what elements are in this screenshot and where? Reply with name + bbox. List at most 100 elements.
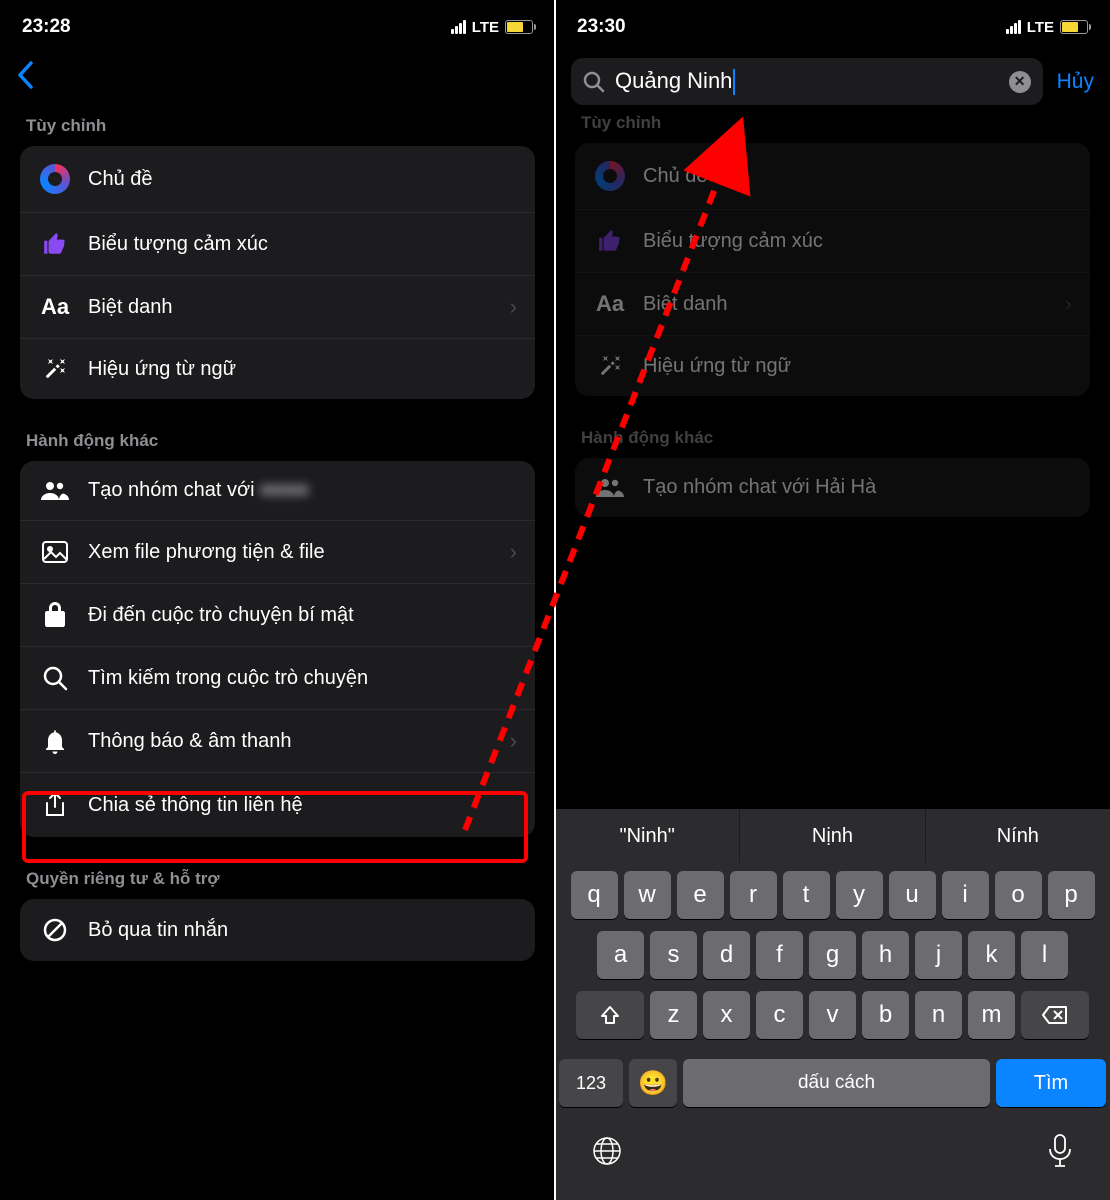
backspace-key[interactable] [1021,991,1089,1039]
status-indicators: LTE [451,19,533,36]
key-x[interactable]: x [703,991,750,1039]
key-p[interactable]: p [1048,871,1095,919]
key-s[interactable]: s [650,931,697,979]
key-j[interactable]: j [915,931,962,979]
section-header-customize: Tùy chỉnh [555,113,1110,143]
globe-key[interactable] [591,1135,623,1172]
people-icon [593,478,627,498]
key-e[interactable]: e [677,871,724,919]
key-t[interactable]: t [783,871,830,919]
emoji-key[interactable]: 😀 [629,1059,677,1107]
left-phone: 23:28 LTE Tùy chỉnh Chủ đề Biểu tượng cả… [0,0,555,1200]
wand-icon [38,357,72,381]
create-group-label: Tạo nhóm chat với ■■■■ [88,479,517,502]
network-label: LTE [1027,19,1054,36]
key-i[interactable]: i [942,871,989,919]
more-actions-section: Tạo nhóm chat với ■■■■ Xem file phương t… [20,461,535,837]
create-group-label: Tạo nhóm chat với Hải Hà [643,476,1072,499]
word-effects-label: Hiệu ứng từ ngữ [88,358,517,381]
suggestion-1[interactable]: "Ninh" [555,809,740,863]
key-v[interactable]: v [809,991,856,1039]
emoji-row[interactable]: Biểu tượng cảm xúc [575,210,1090,273]
numeric-key[interactable]: 123 [559,1059,623,1107]
keyboard: "Ninh" Nịnh Nính qwertyuiop asdfghjkl zx… [555,809,1110,1200]
key-n[interactable]: n [915,991,962,1039]
key-u[interactable]: u [889,871,936,919]
nickname-row[interactable]: Aa Biệt danh › [575,273,1090,336]
emoji-row[interactable]: Biểu tượng cảm xúc [20,213,535,276]
theme-label: Chủ đề [88,168,517,191]
magnify-icon [38,665,72,691]
word-effects-row[interactable]: Hiệu ứng từ ngữ [20,339,535,399]
word-effects-label: Hiệu ứng từ ngữ [643,355,1072,378]
cancel-button[interactable]: Hủy [1057,70,1094,94]
create-group-row[interactable]: Tạo nhóm chat với Hải Hà [575,458,1090,517]
slash-circle-icon [38,917,72,943]
space-key[interactable]: dấu cách [683,1059,990,1107]
status-bar: 23:28 LTE [0,0,555,50]
bell-icon [38,728,72,754]
nickname-label: Biệt danh [88,296,510,319]
nickname-label: Biệt danh [643,293,1065,316]
secret-row[interactable]: Đi đến cuộc trò chuyện bí mật [20,584,535,647]
create-group-row[interactable]: Tạo nhóm chat với ■■■■ [20,461,535,521]
key-k[interactable]: k [968,931,1015,979]
word-effects-row[interactable]: Hiệu ứng từ ngữ [575,336,1090,396]
key-f[interactable]: f [756,931,803,979]
suggestion-2[interactable]: Nịnh [740,809,925,863]
key-g[interactable]: g [809,931,856,979]
theme-icon [38,164,72,194]
search-value: Quảng Ninh [615,68,735,95]
clear-button[interactable]: ✕ [1009,71,1031,93]
keyboard-row-3: zxcvbnm [559,991,1106,1039]
status-bar: 23:30 LTE [555,0,1110,50]
thumb-icon [593,228,627,254]
key-w[interactable]: w [624,871,671,919]
chevron-right-icon: › [1065,291,1072,317]
key-q[interactable]: q [571,871,618,919]
theme-icon [593,161,627,191]
key-c[interactable]: c [756,991,803,1039]
privacy-section: Bỏ qua tin nhắn [20,899,535,961]
key-m[interactable]: m [968,991,1015,1039]
battery-icon [505,20,533,34]
secret-label: Đi đến cuộc trò chuyện bí mật [88,604,517,627]
key-z[interactable]: z [650,991,697,1039]
emoji-label: Biểu tượng cảm xúc [88,233,517,256]
mic-key[interactable] [1046,1133,1074,1174]
key-r[interactable]: r [730,871,777,919]
key-l[interactable]: l [1021,931,1068,979]
shift-key[interactable] [576,991,644,1039]
search-input-container[interactable]: Quảng Ninh ✕ [571,58,1043,105]
chevron-right-icon: › [510,539,517,565]
search-conv-label: Tìm kiếm trong cuộc trò chuyện [88,667,517,690]
emoji-label: Biểu tượng cảm xúc [643,230,1072,253]
key-b[interactable]: b [862,991,909,1039]
notifications-row[interactable]: Thông báo & âm thanh › [20,710,535,773]
wand-icon [593,354,627,378]
view-media-row[interactable]: Xem file phương tiện & file › [20,521,535,584]
chevron-right-icon: › [510,294,517,320]
view-media-label: Xem file phương tiện & file [88,541,510,564]
customize-section: Chủ đề Biểu tượng cảm xúc Aa Biệt danh ›… [20,146,535,399]
ignore-row[interactable]: Bỏ qua tin nhắn [20,899,535,961]
key-a[interactable]: a [597,931,644,979]
key-o[interactable]: o [995,871,1042,919]
keyboard-bottom-row: 123 😀 dấu cách Tìm [555,1059,1110,1119]
aa-icon: Aa [593,291,627,317]
suggestion-bar: "Ninh" Nịnh Nính [555,809,1110,863]
back-button[interactable] [16,60,34,98]
theme-row[interactable]: Chủ đề [575,143,1090,210]
key-y[interactable]: y [836,871,883,919]
key-d[interactable]: d [703,931,750,979]
return-key[interactable]: Tìm [996,1059,1106,1107]
key-h[interactable]: h [862,931,909,979]
aa-icon: Aa [38,294,72,320]
search-conv-row[interactable]: Tìm kiếm trong cuộc trò chuyện [20,647,535,710]
suggestion-3[interactable]: Nính [926,809,1110,863]
network-label: LTE [472,19,499,36]
theme-row[interactable]: Chủ đề [20,146,535,213]
section-header-more: Hành động khác [0,431,555,461]
nickname-row[interactable]: Aa Biệt danh › [20,276,535,339]
more-actions-section: Tạo nhóm chat với Hải Hà [575,458,1090,517]
